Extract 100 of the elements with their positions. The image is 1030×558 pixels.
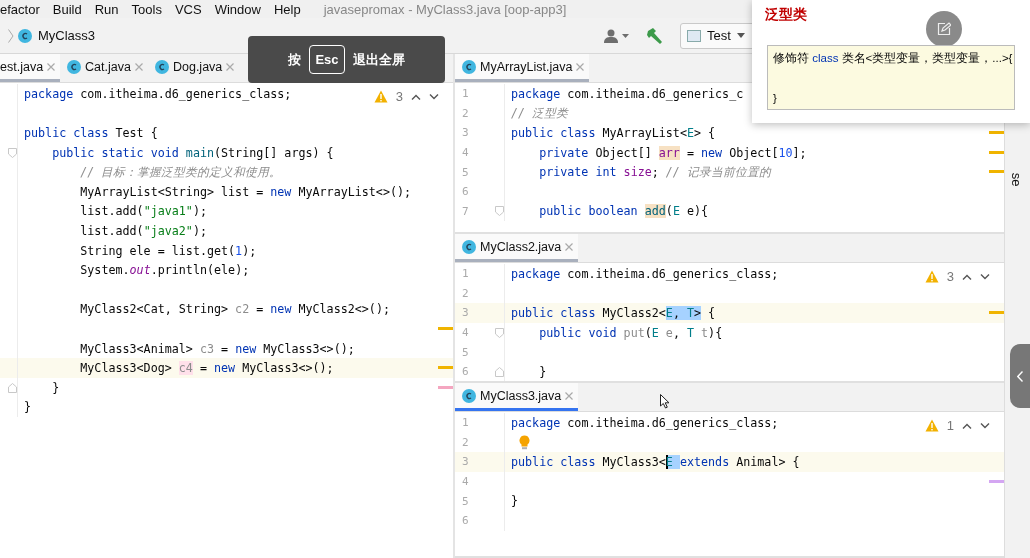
warning-icon[interactable] <box>924 419 939 432</box>
code-line: } <box>538 364 547 379</box>
code-line: list.add("java1"); <box>79 204 207 219</box>
line-number: 3 <box>462 306 469 320</box>
editor-tab[interactable]: MyArrayList.java <box>455 54 590 82</box>
menu-item[interactable]: Build <box>52 1 89 17</box>
chevron-right-icon <box>8 28 14 43</box>
line-number: 1 <box>462 267 469 281</box>
mouse-pointer-icon <box>660 394 670 409</box>
marker-stripe[interactable] <box>438 366 453 370</box>
code-line: } <box>51 380 60 395</box>
code-line: package com.itheima.d6_generics_class; <box>24 86 292 101</box>
line-number: 4 <box>462 146 469 160</box>
marker-stripe[interactable] <box>438 327 453 331</box>
lightbulb-icon[interactable] <box>519 434 530 450</box>
menu-item[interactable]: Run <box>94 1 126 17</box>
collapse-handle[interactable] <box>1010 344 1030 408</box>
warning-count: 3 <box>946 269 954 284</box>
line-number: 1 <box>462 416 469 430</box>
chevron-up-icon[interactable] <box>962 273 972 280</box>
editor-tab[interactable]: MyClass3.java <box>455 383 579 411</box>
warning-count: 3 <box>395 89 403 104</box>
editor-tab[interactable]: Cat.java <box>60 54 148 82</box>
warning-icon[interactable] <box>924 270 939 283</box>
chevron-down-icon[interactable] <box>980 273 990 280</box>
line-number: 4 <box>462 475 469 489</box>
warning-icon[interactable] <box>373 90 388 103</box>
window-icon <box>687 29 701 42</box>
code-line: // 泛型类 <box>511 105 569 121</box>
fold-icon[interactable] <box>8 147 17 158</box>
code-line: package com.itheima.d6_generics_c <box>511 86 744 101</box>
class-icon <box>462 239 476 254</box>
code-line: } <box>24 400 32 415</box>
menu-item[interactable]: Window <box>214 1 268 17</box>
code-line: public static void main(String[] args) { <box>51 145 334 160</box>
chevron-up-icon[interactable] <box>962 422 972 429</box>
chevron-down-icon[interactable] <box>980 422 990 429</box>
editor-tab[interactable]: est.java <box>0 54 61 82</box>
code-line: // 目标：掌握泛型类的定义和使用。 <box>79 164 282 180</box>
breadcrumb[interactable]: MyClass3 <box>38 28 96 43</box>
editor-tab[interactable]: MyClass2.java <box>455 234 579 262</box>
close-icon[interactable] <box>47 63 56 71</box>
code-line: String ele = list.get(1); <box>79 243 257 258</box>
class-icon <box>462 388 476 403</box>
menu-item[interactable]: efactor <box>0 1 47 17</box>
line-number: 3 <box>462 455 469 469</box>
editor-tab[interactable]: Dog.java <box>147 54 240 82</box>
code-line: public void put(E e, T t){ <box>538 325 723 340</box>
menu-item[interactable]: Help <box>273 1 308 17</box>
hammer-icon[interactable] <box>646 26 664 45</box>
marker-stripe[interactable] <box>989 150 1004 154</box>
code-line: package com.itheima.d6_generics_class; <box>511 266 779 281</box>
line-number: 6 <box>462 185 469 199</box>
close-icon[interactable] <box>565 392 574 400</box>
chevron-up-icon[interactable] <box>411 93 421 100</box>
line-number: 2 <box>462 286 469 300</box>
code-line: public class MyClass2<E, T> { <box>511 306 716 320</box>
chevron-down-icon[interactable] <box>429 93 439 100</box>
line-number: 6 <box>462 514 469 528</box>
edit-button[interactable] <box>926 11 962 47</box>
caret-icon <box>736 33 745 38</box>
code-line: public class MyArrayList<E> { <box>511 126 716 140</box>
class-icon <box>462 59 476 74</box>
code-line: MyArrayList<String> list = new MyArrayList<>(); <box>79 184 412 199</box>
close-icon[interactable] <box>134 63 143 71</box>
close-icon[interactable] <box>565 243 574 251</box>
code-line: public boolean add(E e){ <box>538 204 709 219</box>
close-icon[interactable] <box>226 63 235 71</box>
fold-icon[interactable] <box>495 327 504 338</box>
close-icon[interactable] <box>576 63 585 71</box>
line-number: 6 <box>462 365 469 379</box>
side-panel-label[interactable]: se <box>1009 172 1025 187</box>
fold-icon[interactable] <box>495 366 504 377</box>
marker-stripe[interactable] <box>989 131 1004 135</box>
chevron-left-icon <box>1017 370 1023 382</box>
menu-item[interactable]: Tools <box>131 1 169 17</box>
code-line: System.out.println(ele); <box>79 263 250 278</box>
class-icon <box>67 59 82 74</box>
line-number: 4 <box>462 326 469 340</box>
marker-stripe[interactable] <box>989 479 1004 483</box>
fold-icon[interactable] <box>495 206 504 217</box>
code-line: private int size; // 记录当前位置的 <box>538 164 771 180</box>
snippet-line: } <box>773 92 778 104</box>
toast-text: 按 <box>288 50 302 69</box>
code-line: public class Test { <box>24 126 158 140</box>
menu-item[interactable]: VCS <box>174 1 209 17</box>
class-icon <box>154 59 169 74</box>
code-line: MyClass2<Cat, String> c2 = new MyClass2<>(); <box>79 302 390 317</box>
line-number: 5 <box>462 165 469 179</box>
marker-stripe[interactable] <box>989 311 1004 315</box>
user-icon[interactable] <box>604 28 630 43</box>
edit-icon <box>937 22 951 36</box>
line-number: 5 <box>462 494 469 508</box>
line-number: 5 <box>462 345 469 359</box>
code-line: } <box>511 494 519 509</box>
marker-stripe[interactable] <box>989 170 1004 174</box>
code-line: MyClass3<Dog> c4 = new MyClass3<>(); <box>79 361 334 376</box>
code-line: MyClass3<Animal> c3 = new MyClass3<>(); <box>79 341 355 356</box>
fold-icon[interactable] <box>8 382 17 393</box>
marker-stripe[interactable] <box>438 385 453 389</box>
